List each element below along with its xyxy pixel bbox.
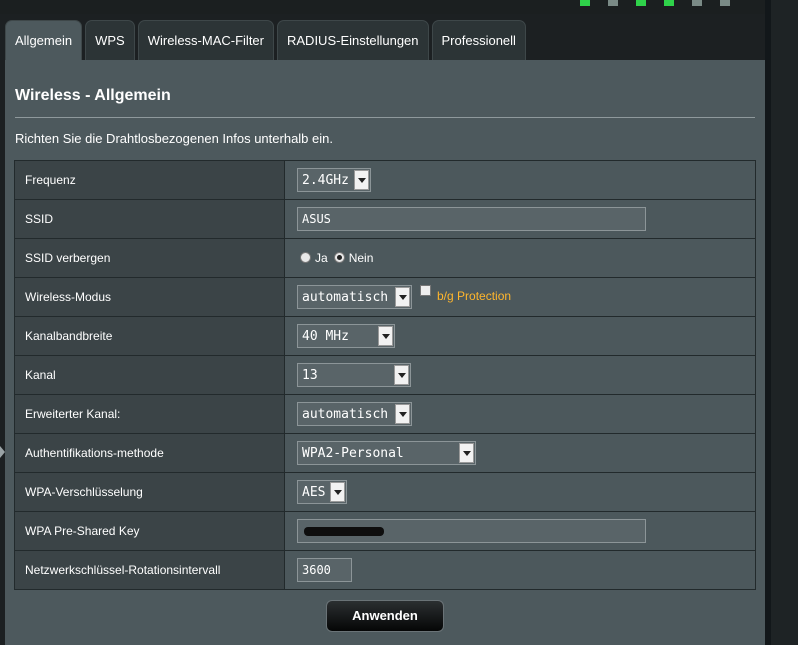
extended-channel-select[interactable]: automatisch — [297, 402, 412, 426]
tab-allgemein[interactable]: Allgemein — [5, 20, 83, 60]
table-row: SSID ASUS — [14, 199, 756, 239]
channel-select[interactable]: 13 — [297, 363, 411, 387]
table-row: Erweiterter Kanal: automatisch — [14, 394, 756, 434]
chevron-down-icon[interactable] — [459, 443, 474, 463]
channel-bandwidth-select[interactable]: 40 MHz — [297, 324, 395, 348]
right-background — [771, 0, 798, 645]
internet-status-icon[interactable] — [636, 0, 646, 6]
wpa-encryption-value: AES — [302, 484, 326, 500]
channel-bandwidth-label: Kanalbandbreite — [14, 316, 285, 356]
ssid-hide-no-label: Nein — [348, 251, 374, 265]
settings-panel: Wireless - Allgemein Richten Sie die Dra… — [5, 60, 765, 645]
chevron-down-icon[interactable] — [378, 326, 393, 346]
wireless-mode-select[interactable]: automatisch — [297, 285, 412, 309]
title-divider — [15, 117, 755, 118]
chevron-down-icon[interactable] — [395, 287, 410, 307]
frequency-value: 2.4GHz — [302, 172, 349, 188]
channel-label: Kanal — [14, 355, 285, 395]
wireless-mode-label: Wireless-Modus — [14, 277, 285, 317]
speaker-icon[interactable] — [692, 0, 702, 6]
tab-bar: Allgemein WPS Wireless-MAC-Filter RADIUS… — [5, 20, 526, 60]
table-row: WPA-Verschlüsselung AES — [14, 472, 756, 512]
table-row: Wireless-Modus automatisch b/g Protectio… — [14, 277, 756, 317]
extended-channel-value: automatisch — [302, 406, 389, 422]
channel-value: 13 — [302, 367, 318, 383]
wpa-encryption-label: WPA-Verschlüsselung — [14, 472, 285, 512]
ssid-hide-yes-label: Ja — [315, 251, 328, 265]
ssid-input[interactable]: ASUS — [297, 207, 646, 231]
tab-wps[interactable]: WPS — [85, 20, 135, 60]
table-row: SSID verbergen Ja Nein — [14, 238, 756, 278]
psk-label: WPA Pre-Shared Key — [14, 511, 285, 551]
auth-method-label: Authentifikations-methode — [14, 433, 285, 473]
table-row: Kanalbandbreite 40 MHz — [14, 316, 756, 356]
tab-wireless-mac-filter[interactable]: Wireless-MAC-Filter — [137, 20, 274, 60]
wpa-encryption-select[interactable]: AES — [297, 480, 347, 504]
chevron-down-icon[interactable] — [395, 404, 410, 424]
bg-protection-label: b/g Protection — [437, 289, 512, 304]
wireless-mode-value: automatisch — [302, 289, 389, 305]
ssid-hide-yes-radio[interactable] — [300, 252, 311, 263]
chevron-down-icon[interactable] — [330, 482, 345, 502]
key-rotation-input[interactable]: 3600 — [297, 558, 352, 582]
channel-bandwidth-value: 40 MHz — [302, 328, 349, 344]
settings-table: Frequenz 2.4GHz SSID ASUS SSID verbergen… — [14, 160, 756, 590]
table-row: Netzwerkschlüssel-Rotationsintervall 360… — [14, 550, 756, 590]
ssid-hide-label: SSID verbergen — [14, 238, 285, 278]
wifi-status-icon[interactable] — [580, 0, 590, 6]
page-description: Richten Sie die Drahtlosbezogenen Infos … — [15, 131, 333, 146]
ssid-hide-no-radio[interactable] — [333, 252, 345, 263]
bg-protection-checkbox[interactable] — [420, 285, 431, 297]
usb-status-icon[interactable] — [608, 0, 618, 6]
key-rotation-label: Netzwerkschlüssel-Rotationsintervall — [14, 550, 285, 590]
storage-status-icon[interactable] — [720, 0, 730, 6]
table-row: Frequenz 2.4GHz — [14, 160, 756, 200]
top-status-bar — [0, 0, 798, 14]
auth-method-value: WPA2-Personal — [302, 445, 404, 461]
apply-button[interactable]: Anwenden — [326, 600, 444, 632]
table-row: WPA Pre-Shared Key — [14, 511, 756, 551]
ssid-label: SSID — [14, 199, 285, 239]
chevron-down-icon[interactable] — [354, 170, 369, 190]
frequency-select[interactable]: 2.4GHz — [297, 168, 371, 192]
table-row: Kanal 13 — [14, 355, 756, 395]
page-title: Wireless - Allgemein — [15, 87, 171, 104]
psk-input[interactable] — [297, 519, 646, 543]
auth-method-select[interactable]: WPA2-Personal — [297, 441, 476, 465]
table-row: Authentifikations-methode WPA2-Personal — [14, 433, 756, 473]
tab-radius-einstellungen[interactable]: RADIUS-Einstellungen — [277, 20, 429, 60]
chevron-down-icon[interactable] — [394, 365, 409, 385]
redacted-key — [304, 526, 384, 536]
extended-channel-label: Erweiterter Kanal: — [14, 394, 285, 434]
signal-status-icon[interactable] — [664, 0, 674, 6]
tab-professionell[interactable]: Professionell — [431, 20, 526, 60]
frequency-label: Frequenz — [14, 160, 285, 200]
